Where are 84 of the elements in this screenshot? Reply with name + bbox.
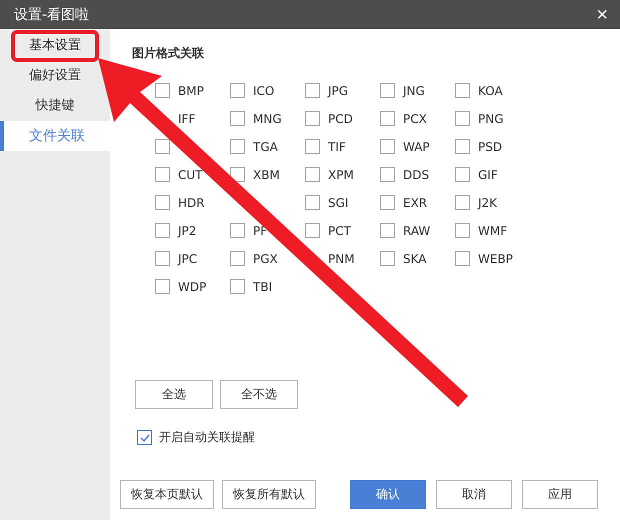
format-label: JPG <box>328 84 348 98</box>
checkbox[interactable] <box>380 139 395 154</box>
sidebar-item[interactable]: 偏好设置 <box>25 61 85 91</box>
format-label: PCX <box>403 112 427 126</box>
close-button[interactable]: × <box>592 4 612 24</box>
footer-button[interactable]: 确认 <box>350 480 426 509</box>
checkbox[interactable] <box>155 167 170 182</box>
checkbox[interactable] <box>455 111 470 126</box>
format-label: EXR <box>403 196 428 210</box>
format-label: TBI <box>253 280 272 294</box>
format-label: ICO <box>253 84 274 98</box>
format-label: PCD <box>328 112 353 126</box>
format-label: TIF <box>328 140 346 154</box>
checkbox[interactable] <box>455 83 470 98</box>
section-title: 图片格式关联 <box>132 45 205 62</box>
checkbox[interactable] <box>305 167 320 182</box>
format-label: PSD <box>478 140 502 154</box>
footer-button[interactable]: 恢复本页默认 <box>120 480 214 509</box>
format-label: DDS <box>403 168 430 182</box>
format-label: JP2 <box>178 224 196 238</box>
checkbox[interactable] <box>305 139 320 154</box>
checkbox[interactable] <box>305 195 320 210</box>
checkbox-label: 开启自动关联提醒 <box>159 429 255 446</box>
format-label: J2K <box>478 196 498 210</box>
format-label: RAW <box>403 224 430 238</box>
select-button[interactable]: 全选 <box>135 380 213 409</box>
format-label: JNG <box>403 84 425 98</box>
format-label: SKA <box>403 252 426 266</box>
window-title: 设置-看图啦 <box>14 6 90 24</box>
checkbox[interactable] <box>155 251 170 266</box>
checkbox[interactable] <box>155 195 170 210</box>
format-label: GIF <box>478 168 498 182</box>
format-label: SGI <box>328 196 348 210</box>
checkbox[interactable] <box>455 223 470 238</box>
footer-button[interactable]: 应用 <box>522 480 598 509</box>
checkbox[interactable] <box>305 83 320 98</box>
format-label: JPC <box>178 252 198 266</box>
checkbox[interactable] <box>380 195 395 210</box>
format-label: TGA <box>253 140 278 154</box>
checkbox[interactable] <box>380 83 395 98</box>
format-label: PCT <box>328 224 351 238</box>
footer-button[interactable]: 取消 <box>436 480 512 509</box>
format-label: XBM <box>253 168 280 182</box>
format-label: WAP <box>403 140 430 154</box>
checkbox[interactable] <box>230 279 245 294</box>
checkbox[interactable] <box>455 195 470 210</box>
checkbox[interactable] <box>305 111 320 126</box>
checkbox[interactable] <box>380 111 395 126</box>
select-button[interactable]: 全不选 <box>220 380 298 409</box>
format-label: PF <box>253 224 268 238</box>
format-label: WDP <box>178 280 206 294</box>
format-label: PGX <box>253 252 278 266</box>
checkbox[interactable] <box>155 279 170 294</box>
checkbox[interactable] <box>305 223 320 238</box>
format-label: PNM <box>328 252 355 266</box>
checkbox[interactable] <box>230 139 245 154</box>
format-label: WMF <box>478 224 508 238</box>
format-label: HDR <box>178 196 205 210</box>
checkbox[interactable] <box>380 251 395 266</box>
checkbox[interactable] <box>155 223 170 238</box>
checkbox[interactable] <box>230 251 245 266</box>
format-label: WEBP <box>478 252 513 266</box>
format-label: PNG <box>478 112 504 126</box>
sidebar-item[interactable]: 快捷键 <box>32 91 78 121</box>
footer-button[interactable]: 恢复所有默认 <box>222 480 316 509</box>
format-label: MNG <box>253 112 282 126</box>
checkbox[interactable] <box>230 111 245 126</box>
format-label: CUT <box>178 168 202 182</box>
checkbox[interactable] <box>380 167 395 182</box>
format-label: BMP <box>178 84 204 98</box>
checkbox[interactable] <box>155 139 170 154</box>
format-label: XPM <box>328 168 354 182</box>
checkbox[interactable] <box>230 167 245 182</box>
checkbox[interactable] <box>455 251 470 266</box>
format-label: KOA <box>478 84 503 98</box>
checkbox[interactable] <box>380 223 395 238</box>
format-label: IFF <box>178 112 196 126</box>
checkbox[interactable] <box>230 83 245 98</box>
checkbox[interactable] <box>137 430 152 445</box>
checkbox[interactable] <box>455 139 470 154</box>
sidebar-item[interactable]: 文件关联 <box>0 121 110 151</box>
checkbox[interactable] <box>155 83 170 98</box>
checkbox[interactable] <box>230 223 245 238</box>
checkbox[interactable] <box>455 167 470 182</box>
